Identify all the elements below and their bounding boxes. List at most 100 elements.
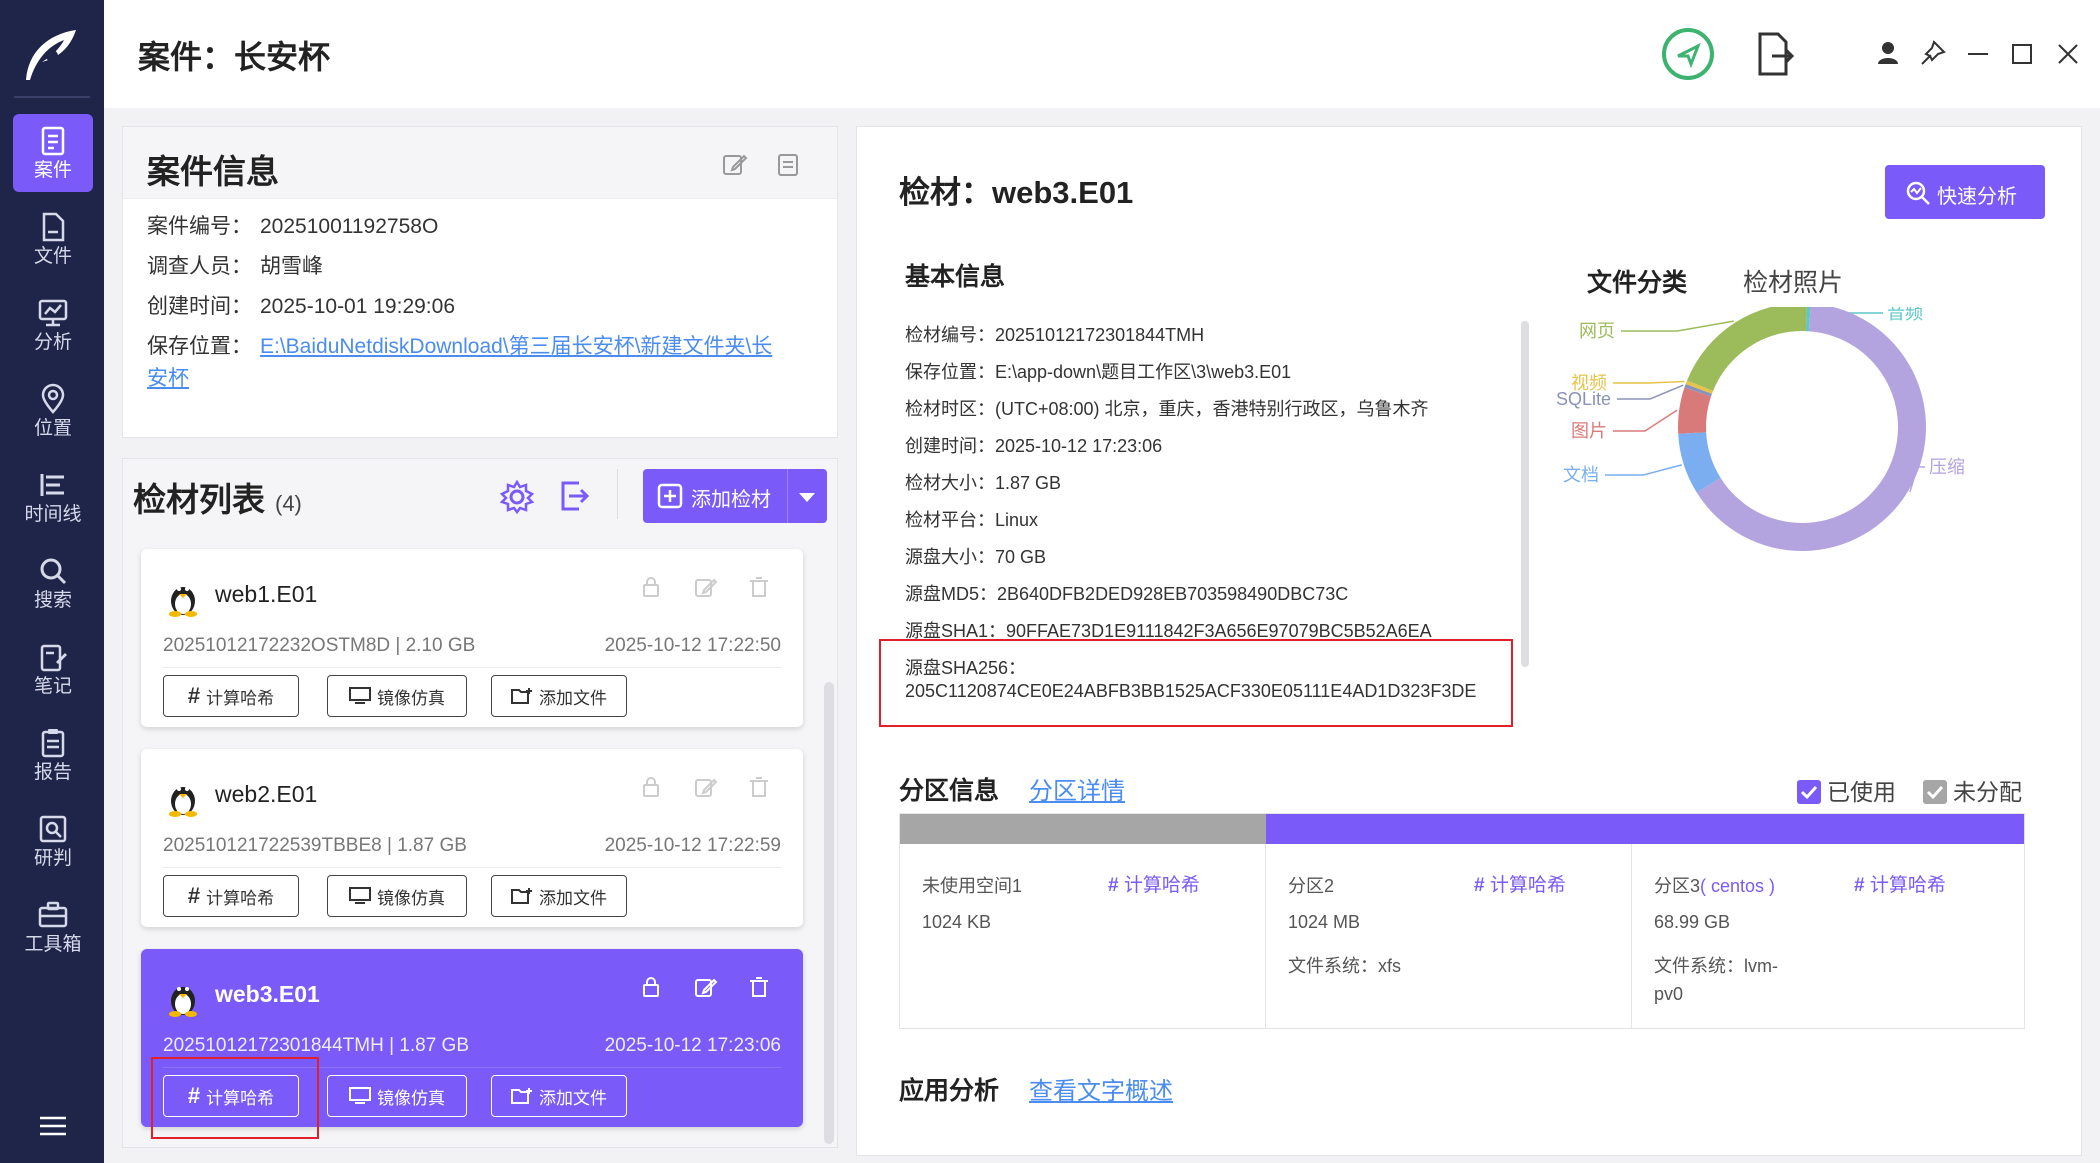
export-list-icon[interactable]: [555, 477, 593, 515]
sidebar-item-file[interactable]: 文件: [13, 200, 93, 278]
partition-hash-button[interactable]: # 计算哈希: [1854, 870, 1946, 897]
partition-column: 未使用空间1 # 计算哈希 1024 KB: [900, 814, 1266, 1028]
mirror-simulation-button[interactable]: 镜像仿真: [327, 1075, 467, 1117]
sidebar-item-label: 案件: [33, 160, 72, 181]
partition-hash-button[interactable]: # 计算哈希: [1474, 870, 1566, 897]
maximize-icon[interactable]: [2002, 34, 2042, 74]
trash-icon[interactable]: [745, 573, 773, 601]
save-location-link-cont[interactable]: 安杯: [147, 367, 189, 390]
sidebar-item-note[interactable]: 笔记: [13, 630, 93, 708]
lock-icon[interactable]: [637, 573, 665, 601]
clipboard-icon[interactable]: [773, 149, 803, 179]
quick-analysis-icon: [1906, 181, 1930, 205]
timeline-icon: [40, 474, 64, 496]
compute-hash-button[interactable]: # 计算哈希: [163, 875, 299, 917]
add-evidence-button[interactable]: 添加检材: [643, 469, 827, 523]
highlight-box: [879, 639, 1513, 727]
edit-icon[interactable]: [719, 149, 749, 179]
location-pin-icon[interactable]: [1658, 24, 1718, 84]
lock-icon[interactable]: [637, 973, 665, 1001]
sidebar-item-label: 时间线: [24, 504, 82, 525]
partition-bar: [1632, 814, 2024, 844]
hash-icon: #: [1108, 875, 1124, 896]
edit-icon[interactable]: [691, 773, 719, 801]
created-time-value: 2025-10-01 19:29:06: [260, 295, 455, 318]
timezone-row: 检材时区：(UTC+08:00) 北京，重庆，香港特别行政区，乌鲁木齐: [905, 399, 1429, 419]
user-icon[interactable]: [1868, 34, 1908, 74]
tab-file-category[interactable]: 文件分类: [1587, 263, 1687, 299]
sidebar-item-search[interactable]: 搜索: [13, 544, 93, 622]
app-logo: [26, 30, 76, 80]
legend-unallocated-label: 未分配: [1953, 779, 2022, 805]
add-file-label: 添加文件: [539, 688, 607, 708]
edit-icon[interactable]: [691, 573, 719, 601]
trash-icon[interactable]: [745, 973, 773, 1001]
sidebar-item-toolbox[interactable]: 工具箱: [13, 888, 93, 966]
partition-name: 分区2: [1288, 876, 1335, 896]
edit-icon[interactable]: [691, 973, 719, 1001]
tab-evidence-photo[interactable]: 检材照片: [1743, 263, 1843, 299]
trash-icon[interactable]: [745, 773, 773, 801]
chevron-down-icon[interactable]: [797, 487, 817, 507]
evidence-card[interactable]: web2.E01 202510121722539TBBE8 | 1.87 GB …: [141, 749, 803, 927]
pie-leader-4: [1617, 384, 1684, 400]
add-file-button[interactable]: 添加文件: [491, 1075, 627, 1117]
sidebar-item-label: 文件: [33, 246, 72, 267]
evidence-meta: 20251012172232OSTM8D | 2.10 GB: [163, 635, 476, 656]
partition-table: 未使用空间1 # 计算哈希 1024 KB 分区2 # 计算哈希 1024 MB…: [899, 813, 2025, 1029]
evidence-date: 2025-10-12 17:22:50: [604, 635, 781, 656]
add-file-label: 添加文件: [539, 888, 607, 908]
pie-slice-6[interactable]: [1687, 307, 1807, 391]
sidebar-divider: [14, 96, 90, 98]
evidence-list-scrollbar[interactable]: [824, 682, 834, 1144]
sidebar-item-analysis[interactable]: 分析: [13, 286, 93, 364]
settings-icon[interactable]: [499, 479, 535, 515]
mirror-simulation-button[interactable]: 镜像仿真: [327, 675, 467, 717]
evidence-detail-panel: 检材：web3.E01 快速分析 基本信息 检材编号：2025101217230…: [856, 126, 2082, 1156]
minimize-icon[interactable]: [1958, 34, 1998, 74]
text-overview-link[interactable]: 查看文字概述: [1029, 1071, 1173, 1106]
add-file-button[interactable]: 添加文件: [491, 875, 627, 917]
menu-icon[interactable]: [38, 1114, 68, 1138]
partition-filesystem: 文件系统：lvm-pv0: [1654, 952, 1778, 1008]
report-icon: [41, 729, 65, 758]
pie-leader-2: [1605, 464, 1683, 476]
monitor-icon: [349, 887, 371, 904]
checkbox-icon: [1797, 780, 1821, 804]
partition-name-wrap: 分区3( centos ): [1654, 872, 1775, 898]
quick-analysis-button[interactable]: 快速分析: [1885, 165, 2045, 219]
sidebar-item-timeline[interactable]: 时间线: [13, 458, 93, 536]
sidebar-item-report[interactable]: 报告: [13, 716, 93, 794]
pie-leader-5: [1613, 380, 1685, 384]
partition-size: 1024 KB: [922, 912, 992, 932]
sidebar-item-case[interactable]: 案件: [13, 114, 93, 192]
sidebar-item-label: 研判: [33, 848, 72, 869]
compute-hash-button[interactable]: # 计算哈希: [163, 675, 299, 717]
sidebar-item-judge[interactable]: 研判: [13, 802, 93, 880]
pin-icon[interactable]: [1912, 34, 1952, 74]
close-icon[interactable]: [2048, 34, 2088, 74]
save-location-link[interactable]: E:\BaiduNetdiskDownload\第三届长安杯\新建文件夹\长: [260, 335, 772, 358]
evidence-name: web3.E01: [215, 981, 320, 1007]
add-file-icon: [511, 888, 532, 904]
mirror-simulation-button[interactable]: 镜像仿真: [327, 875, 467, 917]
partition-detail-link[interactable]: 分区详情: [1029, 771, 1125, 806]
evidence-card[interactable]: web1.E01 20251012172232OSTM8D | 2.10 GB …: [141, 549, 803, 727]
add-file-button[interactable]: 添加文件: [491, 675, 627, 717]
lock-icon[interactable]: [637, 773, 665, 801]
legend-unallocated[interactable]: 未分配: [1923, 773, 2022, 807]
pie-label-0: 音频: [1887, 307, 1923, 323]
sidebar-item-label: 报告: [33, 762, 72, 783]
legend-used[interactable]: 已使用: [1797, 773, 1896, 807]
created-time-row: 创建时间： 2025-10-01 19:29:06: [147, 291, 455, 323]
basic-info-scrollbar[interactable]: [1521, 321, 1529, 667]
sidebar-item-location[interactable]: 位置: [13, 372, 93, 450]
search-icon: [40, 558, 67, 585]
evidence-meta: 20251012172301844TMH | 1.87 GB: [163, 1035, 469, 1056]
analysis-icon: [38, 299, 68, 327]
partition-column: 分区3( centos ) # 计算哈希 68.99 GB 文件系统：lvm-p…: [1632, 814, 2024, 1028]
partition-hash-button[interactable]: # 计算哈希: [1108, 870, 1200, 897]
pie-label-5: 视频: [1571, 373, 1607, 393]
partition-hash-label: 计算哈希: [1489, 875, 1566, 896]
export-icon[interactable]: [1744, 24, 1804, 84]
